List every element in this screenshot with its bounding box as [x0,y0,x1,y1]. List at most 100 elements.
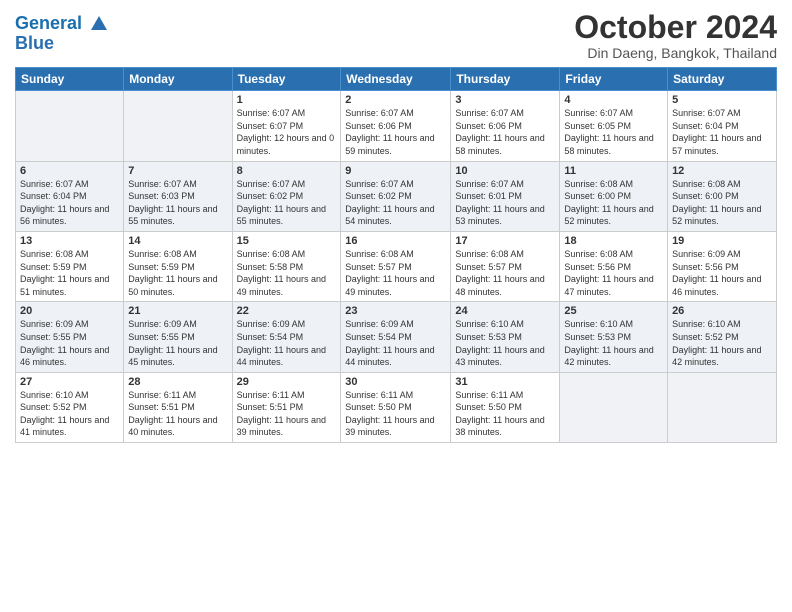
day-number: 13 [20,235,119,247]
sun-info: Sunrise: 6:11 AMSunset: 5:50 PMDaylight:… [455,389,555,439]
sun-info: Sunrise: 6:09 AMSunset: 5:54 PMDaylight:… [345,318,446,368]
table-row: 2Sunrise: 6:07 AMSunset: 6:06 PMDaylight… [341,91,451,161]
sun-info: Sunrise: 6:10 AMSunset: 5:52 PMDaylight:… [20,389,119,439]
day-number: 8 [237,165,337,177]
table-row: 23Sunrise: 6:09 AMSunset: 5:54 PMDayligh… [341,302,451,372]
sun-info: Sunrise: 6:10 AMSunset: 5:52 PMDaylight:… [672,318,772,368]
sun-info: Sunrise: 6:09 AMSunset: 5:56 PMDaylight:… [672,248,772,298]
table-row: 4Sunrise: 6:07 AMSunset: 6:05 PMDaylight… [560,91,668,161]
col-thursday: Thursday [451,68,560,91]
table-row: 22Sunrise: 6:09 AMSunset: 5:54 PMDayligh… [232,302,341,372]
table-row: 11Sunrise: 6:08 AMSunset: 6:00 PMDayligh… [560,161,668,231]
day-number: 7 [128,165,227,177]
table-row: 8Sunrise: 6:07 AMSunset: 6:02 PMDaylight… [232,161,341,231]
calendar: Sunday Monday Tuesday Wednesday Thursday… [15,67,777,443]
table-row: 20Sunrise: 6:09 AMSunset: 5:55 PMDayligh… [16,302,124,372]
table-row [668,372,777,442]
day-number: 5 [672,94,772,106]
sun-info: Sunrise: 6:08 AMSunset: 5:56 PMDaylight:… [564,248,663,298]
day-number: 28 [128,376,227,388]
day-number: 21 [128,305,227,317]
col-monday: Monday [124,68,232,91]
col-wednesday: Wednesday [341,68,451,91]
day-number: 22 [237,305,337,317]
day-number: 14 [128,235,227,247]
day-number: 2 [345,94,446,106]
sun-info: Sunrise: 6:07 AMSunset: 6:04 PMDaylight:… [672,107,772,157]
calendar-week-row: 13Sunrise: 6:08 AMSunset: 5:59 PMDayligh… [16,231,777,301]
table-row: 3Sunrise: 6:07 AMSunset: 6:06 PMDaylight… [451,91,560,161]
sun-info: Sunrise: 6:07 AMSunset: 6:05 PMDaylight:… [564,107,663,157]
logo-text: General [15,14,109,34]
day-number: 6 [20,165,119,177]
table-row: 12Sunrise: 6:08 AMSunset: 6:00 PMDayligh… [668,161,777,231]
logo-icon [89,14,109,34]
day-number: 23 [345,305,446,317]
day-number: 20 [20,305,119,317]
table-row: 29Sunrise: 6:11 AMSunset: 5:51 PMDayligh… [232,372,341,442]
day-number: 10 [455,165,555,177]
sun-info: Sunrise: 6:11 AMSunset: 5:51 PMDaylight:… [128,389,227,439]
calendar-header-row: Sunday Monday Tuesday Wednesday Thursday… [16,68,777,91]
day-number: 16 [345,235,446,247]
logo: General Blue [15,14,109,54]
table-row: 7Sunrise: 6:07 AMSunset: 6:03 PMDaylight… [124,161,232,231]
sun-info: Sunrise: 6:07 AMSunset: 6:03 PMDaylight:… [128,178,227,228]
logo-blue: Blue [15,34,109,54]
day-number: 12 [672,165,772,177]
sun-info: Sunrise: 6:09 AMSunset: 5:55 PMDaylight:… [128,318,227,368]
sun-info: Sunrise: 6:09 AMSunset: 5:54 PMDaylight:… [237,318,337,368]
day-number: 19 [672,235,772,247]
table-row: 9Sunrise: 6:07 AMSunset: 6:02 PMDaylight… [341,161,451,231]
table-row: 1Sunrise: 6:07 AMSunset: 6:07 PMDaylight… [232,91,341,161]
table-row: 21Sunrise: 6:09 AMSunset: 5:55 PMDayligh… [124,302,232,372]
calendar-week-row: 1Sunrise: 6:07 AMSunset: 6:07 PMDaylight… [16,91,777,161]
day-number: 1 [237,94,337,106]
sun-info: Sunrise: 6:08 AMSunset: 5:57 PMDaylight:… [455,248,555,298]
sun-info: Sunrise: 6:08 AMSunset: 6:00 PMDaylight:… [672,178,772,228]
calendar-week-row: 27Sunrise: 6:10 AMSunset: 5:52 PMDayligh… [16,372,777,442]
table-row: 13Sunrise: 6:08 AMSunset: 5:59 PMDayligh… [16,231,124,301]
day-number: 15 [237,235,337,247]
day-number: 27 [20,376,119,388]
table-row [16,91,124,161]
table-row: 27Sunrise: 6:10 AMSunset: 5:52 PMDayligh… [16,372,124,442]
sun-info: Sunrise: 6:07 AMSunset: 6:02 PMDaylight:… [345,178,446,228]
sun-info: Sunrise: 6:08 AMSunset: 5:58 PMDaylight:… [237,248,337,298]
table-row: 14Sunrise: 6:08 AMSunset: 5:59 PMDayligh… [124,231,232,301]
title-block: October 2024 Din Daeng, Bangkok, Thailan… [574,10,777,61]
sun-info: Sunrise: 6:10 AMSunset: 5:53 PMDaylight:… [564,318,663,368]
table-row: 30Sunrise: 6:11 AMSunset: 5:50 PMDayligh… [341,372,451,442]
table-row [560,372,668,442]
table-row: 18Sunrise: 6:08 AMSunset: 5:56 PMDayligh… [560,231,668,301]
sun-info: Sunrise: 6:08 AMSunset: 5:59 PMDaylight:… [128,248,227,298]
day-number: 24 [455,305,555,317]
sun-info: Sunrise: 6:11 AMSunset: 5:50 PMDaylight:… [345,389,446,439]
sun-info: Sunrise: 6:10 AMSunset: 5:53 PMDaylight:… [455,318,555,368]
sun-info: Sunrise: 6:07 AMSunset: 6:06 PMDaylight:… [455,107,555,157]
col-sunday: Sunday [16,68,124,91]
table-row: 19Sunrise: 6:09 AMSunset: 5:56 PMDayligh… [668,231,777,301]
day-number: 9 [345,165,446,177]
col-friday: Friday [560,68,668,91]
table-row: 15Sunrise: 6:08 AMSunset: 5:58 PMDayligh… [232,231,341,301]
month-title: October 2024 [574,10,777,45]
sun-info: Sunrise: 6:08 AMSunset: 5:57 PMDaylight:… [345,248,446,298]
sun-info: Sunrise: 6:11 AMSunset: 5:51 PMDaylight:… [237,389,337,439]
sun-info: Sunrise: 6:07 AMSunset: 6:06 PMDaylight:… [345,107,446,157]
day-number: 29 [237,376,337,388]
calendar-week-row: 6Sunrise: 6:07 AMSunset: 6:04 PMDaylight… [16,161,777,231]
logo-general: General [15,13,82,33]
calendar-week-row: 20 Sunrise: 6:09 AMSunset: 5:55 PMDayligh… [16,302,777,372]
table-row: 16Sunrise: 6:08 AMSunset: 5:57 PMDayligh… [341,231,451,301]
table-row: 10Sunrise: 6:07 AMSunset: 6:01 PMDayligh… [451,161,560,231]
page: General Blue October 2024 Din Daeng, Ban… [0,0,792,612]
day-number: 4 [564,94,663,106]
day-number: 17 [455,235,555,247]
sun-info: Sunrise: 6:08 AMSunset: 5:59 PMDaylight:… [20,248,119,298]
table-row: 28Sunrise: 6:11 AMSunset: 5:51 PMDayligh… [124,372,232,442]
table-row: 24Sunrise: 6:10 AMSunset: 5:53 PMDayligh… [451,302,560,372]
table-row: 25Sunrise: 6:10 AMSunset: 5:53 PMDayligh… [560,302,668,372]
table-row [124,91,232,161]
day-number: 25 [564,305,663,317]
